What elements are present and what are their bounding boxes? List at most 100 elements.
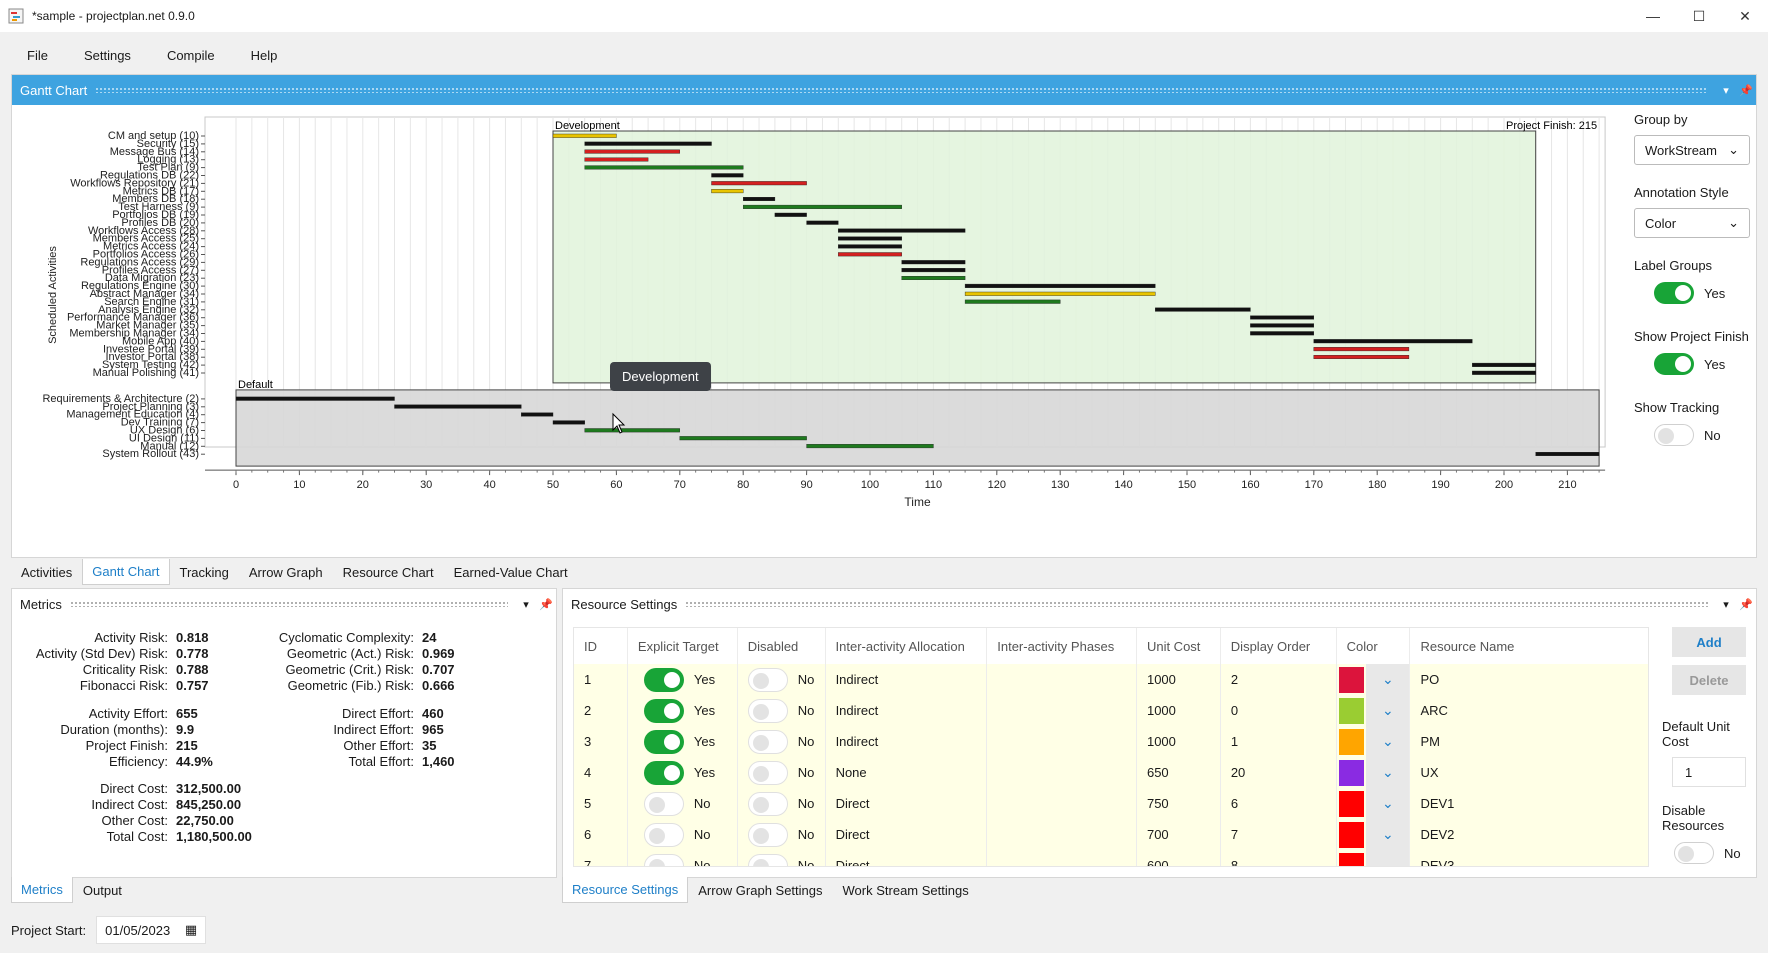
cell-phases[interactable] [987, 695, 1137, 726]
explicit-target-toggle[interactable] [643, 760, 684, 785]
explicit-target-toggle[interactable] [643, 791, 684, 816]
chevron-down-icon[interactable]: ⌄ [1366, 788, 1410, 819]
cell-color[interactable]: ⌄ [1337, 757, 1411, 788]
cell-display-order[interactable]: 8 [1221, 850, 1337, 866]
dropdown-icon[interactable]: ▾ [1716, 84, 1736, 97]
delete-resource-button[interactable]: Delete [1672, 665, 1746, 695]
col-disabled[interactable]: Disabled [738, 628, 826, 664]
cell-explicit-target[interactable]: No [628, 850, 738, 866]
col-explicit-target[interactable]: Explicit Target [628, 628, 738, 664]
cell-disabled[interactable]: No [738, 757, 826, 788]
cell-resource-name[interactable]: PO [1410, 664, 1648, 695]
cell-resource-name[interactable]: DEV1 [1410, 788, 1648, 819]
explicit-target-toggle[interactable] [643, 822, 684, 847]
menu-file[interactable]: File [0, 44, 62, 70]
disable-resources-toggle[interactable] [1674, 842, 1714, 864]
show-finish-toggle[interactable] [1654, 353, 1694, 375]
cell-resource-name[interactable]: ARC [1410, 695, 1648, 726]
cell-color[interactable]: ⌄ [1337, 664, 1411, 695]
table-row[interactable]: 1 Yes No Indirect 1000 2 ⌄ PO [574, 664, 1648, 695]
cell-phases[interactable] [987, 664, 1137, 695]
pin-icon[interactable]: 📌 [1736, 598, 1756, 611]
table-row[interactable]: 3 Yes No Indirect 1000 1 ⌄ PM [574, 726, 1648, 757]
cell-allocation[interactable]: Direct [826, 819, 988, 850]
table-row[interactable]: 6 No No Direct 700 7 ⌄ DEV2 [574, 819, 1648, 850]
cell-unit-cost[interactable]: 600 [1137, 850, 1221, 866]
show-tracking-toggle[interactable] [1654, 424, 1694, 446]
cell-disabled[interactable]: No [738, 819, 826, 850]
cell-id[interactable]: 5 [574, 788, 628, 819]
explicit-target-toggle[interactable] [643, 853, 684, 866]
chevron-down-icon[interactable]: ⌄ [1366, 850, 1410, 866]
cell-unit-cost[interactable]: 750 [1137, 788, 1221, 819]
minimize-button[interactable]: — [1630, 0, 1676, 32]
cell-phases[interactable] [987, 819, 1137, 850]
default-unit-cost-input[interactable]: 1 [1672, 757, 1746, 787]
cell-allocation[interactable]: Direct [826, 850, 988, 866]
cell-allocation[interactable]: None [826, 757, 988, 788]
menu-help[interactable]: Help [229, 44, 292, 70]
disabled-toggle[interactable] [747, 853, 788, 866]
cell-color[interactable]: ⌄ [1337, 788, 1411, 819]
dropdown-icon[interactable]: ▾ [1716, 598, 1736, 611]
cell-unit-cost[interactable]: 1000 [1137, 726, 1221, 757]
cell-resource-name[interactable]: DEV2 [1410, 819, 1648, 850]
col-color[interactable]: Color [1337, 628, 1411, 664]
cell-resource-name[interactable]: DEV3 [1410, 850, 1648, 866]
col-allocation[interactable]: Inter-activity Allocation [826, 628, 988, 664]
cell-phases[interactable] [987, 788, 1137, 819]
cell-id[interactable]: 1 [574, 664, 628, 695]
color-swatch[interactable] [1338, 821, 1365, 848]
tab-earned-value-chart[interactable]: Earned-Value Chart [444, 559, 578, 585]
cell-explicit-target[interactable]: Yes [628, 695, 738, 726]
color-swatch[interactable] [1338, 759, 1365, 786]
chevron-down-icon[interactable]: ⌄ [1366, 695, 1410, 726]
col-display-order[interactable]: Display Order [1221, 628, 1337, 664]
tab-arrow-graph[interactable]: Arrow Graph [239, 559, 333, 585]
table-row[interactable]: 7 No No Direct 600 8 ⌄ DEV3 [574, 850, 1648, 866]
cell-unit-cost[interactable]: 1000 [1137, 695, 1221, 726]
annotation-style-select[interactable]: Color ⌄ [1634, 208, 1750, 238]
cell-phases[interactable] [987, 850, 1137, 866]
table-row[interactable]: 4 Yes No None 650 20 ⌄ UX [574, 757, 1648, 788]
color-swatch[interactable] [1338, 697, 1365, 724]
col-resource-name[interactable]: Resource Name [1410, 628, 1648, 664]
chevron-down-icon[interactable]: ⌄ [1366, 757, 1410, 788]
chevron-down-icon[interactable]: ⌄ [1366, 726, 1410, 757]
tab-activities[interactable]: Activities [11, 559, 82, 585]
tab-gantt-chart[interactable]: Gantt Chart [82, 559, 170, 585]
cell-id[interactable]: 3 [574, 726, 628, 757]
maximize-button[interactable]: ☐ [1676, 0, 1722, 32]
table-row[interactable]: 2 Yes No Indirect 1000 0 ⌄ ARC [574, 695, 1648, 726]
calendar-icon[interactable]: ▦ [185, 922, 197, 938]
cell-color[interactable]: ⌄ [1337, 819, 1411, 850]
explicit-target-toggle[interactable] [643, 729, 684, 754]
cell-id[interactable]: 6 [574, 819, 628, 850]
dropdown-icon[interactable]: ▾ [516, 598, 536, 611]
pin-icon[interactable]: 📌 [536, 598, 556, 611]
col-phases[interactable]: Inter-activity Phases [987, 628, 1137, 664]
color-swatch[interactable] [1338, 666, 1365, 693]
tab-output[interactable]: Output [73, 877, 132, 903]
cell-display-order[interactable]: 7 [1221, 819, 1337, 850]
color-swatch[interactable] [1338, 852, 1365, 866]
cell-unit-cost[interactable]: 650 [1137, 757, 1221, 788]
chevron-down-icon[interactable]: ⌄ [1366, 664, 1410, 695]
disabled-toggle[interactable] [747, 760, 788, 785]
disabled-toggle[interactable] [747, 822, 788, 847]
cell-display-order[interactable]: 20 [1221, 757, 1337, 788]
cell-allocation[interactable]: Direct [826, 788, 988, 819]
close-button[interactable]: ✕ [1722, 0, 1768, 32]
table-row[interactable]: 5 No No Direct 750 6 ⌄ DEV1 [574, 788, 1648, 819]
tab-tracking[interactable]: Tracking [170, 559, 239, 585]
cell-phases[interactable] [987, 726, 1137, 757]
chevron-down-icon[interactable]: ⌄ [1366, 819, 1410, 850]
cell-disabled[interactable]: No [738, 695, 826, 726]
menu-settings[interactable]: Settings [62, 44, 145, 70]
cell-phases[interactable] [987, 757, 1137, 788]
cell-display-order[interactable]: 2 [1221, 664, 1337, 695]
cell-display-order[interactable]: 0 [1221, 695, 1337, 726]
cell-disabled[interactable]: No [738, 664, 826, 695]
color-swatch[interactable] [1338, 790, 1365, 817]
cell-color[interactable]: ⌄ [1337, 850, 1411, 866]
